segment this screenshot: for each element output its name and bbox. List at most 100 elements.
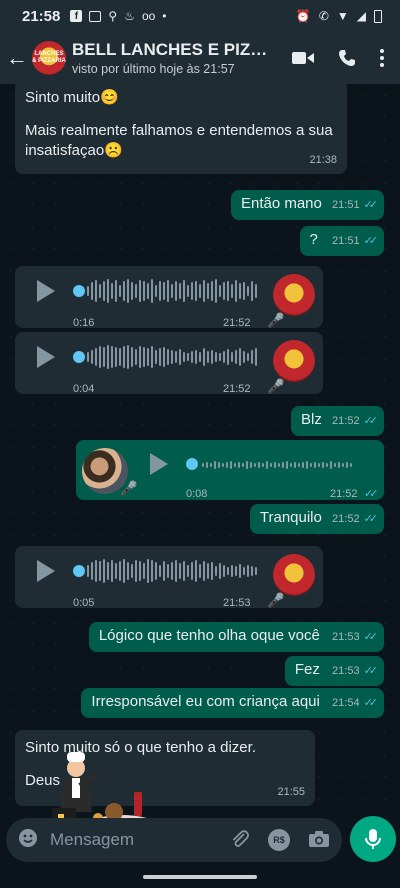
message-time: 21:52	[223, 383, 251, 395]
status-bar: 21:58 f ⚲ ♨ oo • ⏰ ✆ ▼ ◢	[0, 0, 400, 32]
camera-icon[interactable]	[308, 830, 330, 851]
message-text: Lógico que tenho olha oque você	[98, 627, 320, 644]
voice-message-incoming[interactable]: 🎤 0:05 21:53	[15, 546, 323, 609]
wifi-icon: ▼	[336, 9, 349, 23]
clock: 21:58	[22, 7, 61, 25]
message-time: 21:53	[332, 631, 360, 643]
playback-position-dot[interactable]	[73, 285, 85, 297]
record-voice-button[interactable]	[350, 816, 396, 862]
avatar-text: LANCHES & PIZZARIA	[32, 51, 66, 64]
message-time: 21:51	[332, 235, 360, 247]
contact-name: BELL LANCHES E PIZZ...	[72, 40, 272, 59]
gesture-nav-bar[interactable]	[143, 875, 257, 879]
dot-icon: •	[162, 9, 167, 23]
message-time: 21:53	[332, 665, 360, 677]
waveform[interactable]	[87, 278, 257, 304]
message-time: 21:51	[332, 199, 360, 211]
mic-icon: 🎤	[267, 312, 285, 328]
message-outgoing[interactable]: Irresponsável eu com criança aqui 21:54 ✓…	[81, 688, 384, 718]
play-icon[interactable]	[37, 560, 55, 582]
play-icon[interactable]	[37, 280, 55, 302]
message-text: Mais realmente falhamos e entendemos a s…	[25, 122, 333, 159]
message-time: 21:52	[330, 488, 358, 500]
message-text: Tranquilo	[259, 509, 322, 526]
message-text: Fez	[294, 661, 320, 678]
message-text: Irresponsável eu com criança aqui	[91, 693, 320, 710]
mic-icon: 🎤	[267, 592, 285, 608]
playback-position-dot[interactable]	[73, 351, 85, 363]
message-text: Sinto muito😊	[25, 89, 119, 106]
voice-call-icon[interactable]	[338, 49, 356, 67]
play-icon[interactable]	[150, 453, 168, 475]
search-icon: ⚲	[108, 9, 118, 23]
voice-duration: 0:04	[73, 383, 95, 395]
message-outgoing[interactable]: Tranquilo 21:52 ✓✓	[249, 504, 384, 534]
read-ticks-icon: ✓✓	[363, 235, 379, 247]
message-time: 21:52	[223, 317, 251, 329]
message-text: Blz	[301, 411, 322, 428]
mic-icon: 🎤	[120, 480, 138, 496]
message-time: 21:53	[223, 597, 251, 609]
read-ticks-icon: ✓✓	[363, 415, 379, 427]
message-time: 21:54	[332, 697, 360, 709]
message-text: ?	[309, 231, 318, 248]
sender-avatar: 🎤	[267, 554, 315, 607]
read-ticks-icon: ✓✓	[363, 631, 379, 643]
message-outgoing[interactable]: Lógico que tenho olha oque você 21:53 ✓✓	[88, 622, 384, 652]
playback-position-dot[interactable]	[73, 565, 85, 577]
back-arrow-icon[interactable]: ←	[2, 45, 32, 71]
voicemail-icon: oo	[141, 9, 156, 23]
video-call-icon[interactable]	[292, 51, 314, 65]
read-ticks-icon: ✓✓	[363, 199, 379, 211]
bell-icon: ♨	[124, 9, 135, 23]
voice-duration: 0:16	[73, 317, 95, 329]
voice-duration: 0:08	[186, 488, 208, 500]
mic-icon: 🎤	[267, 378, 285, 394]
voice-message-incoming[interactable]: 🎤 0:16 21:52	[15, 266, 323, 329]
voice-message-outgoing[interactable]: 🎤 0:08 21:52 ✓✓	[76, 440, 384, 500]
message-time: 21:52	[332, 513, 360, 525]
facebook-icon: f	[70, 10, 83, 22]
alarm-icon: ⏰	[295, 9, 311, 23]
message-outgoing[interactable]: Fez 21:53 ✓✓	[284, 656, 384, 686]
message-time: 21:38	[309, 154, 337, 166]
last-seen: visto por último hoje às 21:57	[72, 62, 235, 76]
playback-position-dot[interactable]	[186, 458, 198, 470]
message-time: 21:52	[332, 415, 360, 427]
pix-icon[interactable]: R$	[268, 829, 290, 851]
chat-area[interactable]: Sinto muito😊 Mais realmente falhamos e e…	[0, 84, 400, 818]
waveform[interactable]	[202, 452, 352, 478]
emoji-icon[interactable]	[18, 828, 38, 853]
signal-icon: ◢	[356, 9, 366, 23]
mic-icon	[365, 829, 381, 849]
contact-info[interactable]: BELL LANCHES E PIZZ... visto por último …	[72, 40, 292, 76]
battery-icon	[374, 9, 382, 23]
read-ticks-icon: ✓✓	[364, 488, 379, 500]
read-ticks-icon: ✓✓	[363, 513, 379, 525]
message-input-box[interactable]: Mensagem R$	[6, 818, 342, 862]
message-text: Então mano	[240, 195, 322, 212]
read-ticks-icon: ✓✓	[363, 697, 379, 709]
pix-label: R$	[273, 835, 285, 845]
more-options-icon[interactable]	[380, 49, 384, 67]
sender-avatar: 🎤	[267, 340, 315, 393]
message-outgoing[interactable]: Então mano 21:51 ✓✓	[230, 190, 384, 220]
message-icon	[89, 10, 102, 22]
read-ticks-icon: ✓✓	[363, 665, 379, 677]
play-icon[interactable]	[37, 346, 55, 368]
message-outgoing[interactable]: Blz 21:52 ✓✓	[291, 406, 384, 436]
voice-message-incoming[interactable]: 🎤 0:04 21:52	[15, 332, 323, 395]
sender-avatar: 🎤	[267, 274, 315, 327]
waveform[interactable]	[87, 344, 257, 370]
message-time: 21:55	[277, 786, 305, 798]
voice-duration: 0:05	[73, 597, 95, 609]
composer-bar: Mensagem R$	[0, 816, 400, 888]
message-incoming[interactable]: Sinto muito😊 Mais realmente falhamos e e…	[15, 84, 347, 174]
chat-header: ← LANCHES & PIZZARIA BELL LANCHES E PIZZ…	[0, 32, 400, 84]
call-wifi-icon: ✆	[318, 9, 329, 23]
waveform[interactable]	[87, 558, 257, 584]
message-input[interactable]: Mensagem	[50, 830, 230, 850]
avatar[interactable]: LANCHES & PIZZARIA	[32, 41, 66, 75]
message-outgoing[interactable]: ? 21:51 ✓✓	[299, 226, 384, 256]
attach-icon[interactable]	[230, 829, 250, 852]
